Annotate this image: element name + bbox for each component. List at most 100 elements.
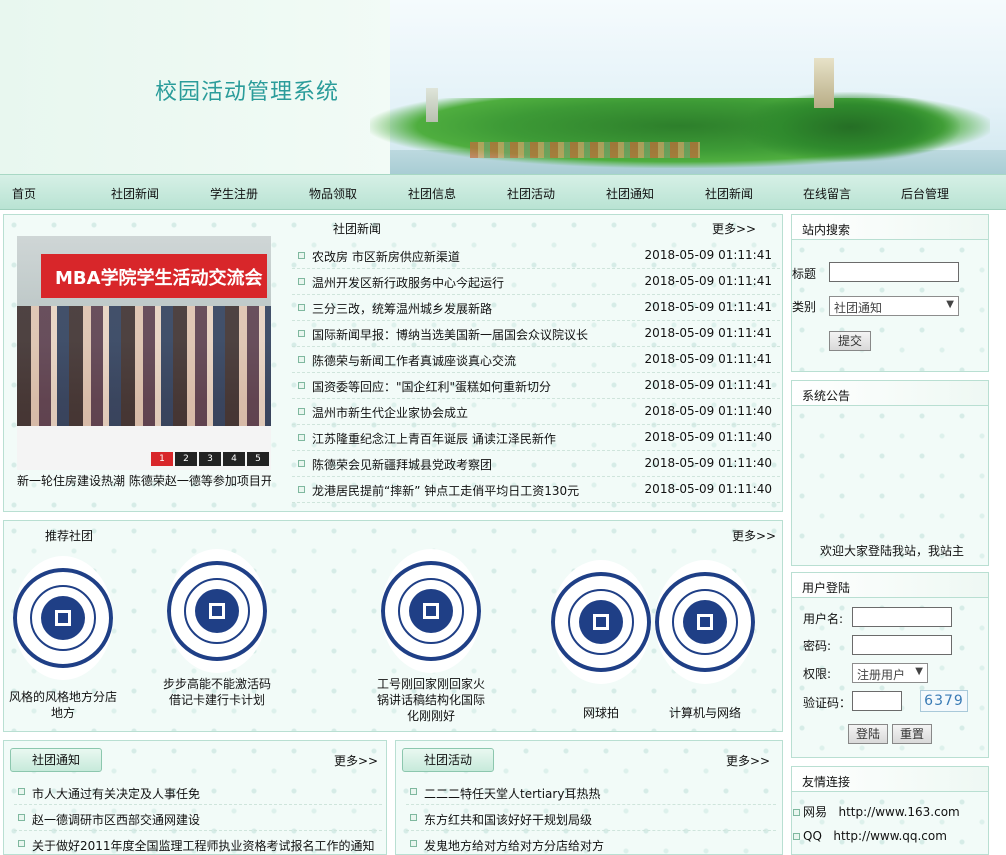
news-slideshow[interactable]: MBA学院学生活动交流会 1 2 3 4 5 [17, 236, 271, 470]
list-item[interactable]: 二二二特任天堂人tertiary耳热热 [406, 779, 776, 805]
news-title[interactable]: 农改房 市区新房供应新渠道 [312, 248, 460, 265]
club-card[interactable]: 工号刚回家刚回家火锅讲话稿结构化国际化刚刚好 [376, 549, 486, 724]
club-logo-icon[interactable] [13, 556, 113, 680]
site-title: 校园活动管理系统 [155, 80, 340, 105]
tab-club-notices[interactable]: 社团通知 [10, 748, 102, 772]
news-title[interactable]: 温州市新生代企业家协会成立 [312, 404, 468, 421]
news-row[interactable]: 温州开发区新行政服务中心今起运行 2018-05-09 01:11:41 [292, 269, 780, 295]
news-title[interactable]: 国资委等回应："国企红利"蛋糕如何重新切分 [312, 378, 551, 395]
recommended-more-link[interactable]: 更多>> [732, 527, 776, 544]
news-title[interactable]: 龙港居民提前“摔新” 钟点工走俏平均日工资130元 [312, 482, 579, 499]
search-category-select[interactable]: 社团通知 ▼ [829, 296, 959, 316]
club-card[interactable]: 步步高能不能激活码借记卡建行卡计划 [162, 549, 272, 708]
news-date: 2018-05-09 01:11:40 [644, 482, 772, 496]
activities-more-link[interactable]: 更多>> [726, 752, 770, 769]
recommended-title: 推荐社团 [45, 529, 94, 543]
club-card[interactable]: 网球拍 [548, 560, 654, 721]
link-item[interactable]: QQ http://www.qq.com [793, 829, 947, 843]
nav-home[interactable]: 首页 [12, 185, 36, 202]
list-item[interactable]: 市人大通过有关决定及人事任免 [14, 779, 382, 805]
role-value: 注册用户 [857, 668, 906, 682]
nav-club-info[interactable]: 社团信息 [408, 185, 456, 202]
link-url[interactable]: http://www.163.com [838, 805, 959, 819]
password-label: 密码: [803, 639, 832, 653]
slide-dot-3[interactable]: 3 [199, 452, 221, 466]
club-name[interactable]: 步步高能不能激活码借记卡建行卡计划 [162, 676, 272, 708]
nav-admin[interactable]: 后台管理 [901, 185, 949, 202]
slide-dot-4[interactable]: 4 [223, 452, 245, 466]
news-row[interactable]: 农改房 市区新房供应新渠道 2018-05-09 01:11:41 [292, 243, 780, 269]
slide-dot-2[interactable]: 2 [175, 452, 197, 466]
role-select[interactable]: 注册用户 ▼ [852, 663, 928, 683]
login-button[interactable]: 登陆 [848, 724, 888, 744]
nav-club-activities[interactable]: 社团活动 [507, 185, 555, 202]
activity-title[interactable]: 东方红共和国该好好干规划局级 [424, 811, 592, 828]
photo-banner-text: MBA学院学生活动交流会 [55, 268, 263, 289]
links-panel [791, 792, 989, 855]
password-input[interactable] [852, 635, 952, 655]
link-name[interactable]: QQ [803, 829, 822, 843]
list-item[interactable]: 赵一德调研市区西部交通网建设 [14, 805, 382, 831]
news-row[interactable]: 温州市新生代企业家协会成立 2018-05-09 01:11:40 [292, 399, 780, 425]
bullet-icon [298, 382, 305, 389]
club-logo-icon[interactable] [381, 549, 481, 673]
news-title[interactable]: 陈德荣会见新疆拜城县党政考察团 [312, 456, 492, 473]
club-logo-icon[interactable] [167, 549, 267, 673]
search-title-input[interactable] [829, 262, 959, 282]
news-title[interactable]: 国际新闻早报：博纳当选美国新一届国会众议院议长 [312, 326, 588, 343]
reset-button[interactable]: 重置 [892, 724, 932, 744]
slideshow-caption[interactable]: 新一轮住房建设热潮 陈德荣赵一德等参加项目开工 [17, 472, 271, 489]
club-card[interactable]: 风格的风格地方分店地方 [8, 556, 118, 721]
club-logo-icon[interactable] [551, 560, 651, 684]
news-row[interactable]: 陈德荣与新闻工作者真诚座谈真心交流 2018-05-09 01:11:41 [292, 347, 780, 373]
club-logo-icon[interactable] [655, 560, 755, 684]
club-name[interactable]: 工号刚回家刚回家火锅讲话稿结构化国际化刚刚好 [376, 676, 486, 724]
link-item[interactable]: 网易 http://www.163.com [793, 803, 960, 820]
role-label: 权限: [803, 667, 832, 681]
slide-dot-5[interactable]: 5 [247, 452, 269, 466]
bullet-icon [298, 486, 305, 493]
search-head-label: 站内搜索 [802, 223, 851, 237]
club-name[interactable]: 计算机与网络 [652, 705, 758, 721]
nav-club-notices[interactable]: 社团通知 [606, 185, 654, 202]
list-item[interactable]: 发鬼地方给对方给对方分店给对方 [406, 831, 776, 855]
nav-item-pickup[interactable]: 物品领取 [309, 185, 357, 202]
news-row[interactable]: 国际新闻早报：博纳当选美国新一届国会众议院议长 2018-05-09 01:11:… [292, 321, 780, 347]
activity-title[interactable]: 发鬼地方给对方给对方分店给对方 [424, 837, 604, 854]
notice-title[interactable]: 市人大通过有关决定及人事任免 [32, 785, 200, 802]
news-title[interactable]: 陈德荣与新闻工作者真诚座谈真心交流 [312, 352, 516, 369]
nav-club-news-2[interactable]: 社团新闻 [705, 185, 753, 202]
captcha-input[interactable] [852, 691, 902, 711]
list-item[interactable]: 关于做好2011年度全国监理工程师执业资格考试报名工作的通知 [14, 831, 382, 855]
slideshow-pager: 1 2 3 4 5 [151, 452, 269, 466]
captcha-image[interactable]: 6379 [920, 690, 968, 712]
notice-title[interactable]: 关于做好2011年度全国监理工程师执业资格考试报名工作的通知 [32, 837, 375, 854]
news-title[interactable]: 温州开发区新行政服务中心今起运行 [312, 274, 504, 291]
news-row[interactable]: 国资委等回应："国企红利"蛋糕如何重新切分 2018-05-09 01:11:41 [292, 373, 780, 399]
chevron-down-icon: ▼ [915, 666, 923, 677]
news-more-link[interactable]: 更多>> [712, 220, 756, 237]
nav-guestbook[interactable]: 在线留言 [803, 185, 851, 202]
news-row[interactable]: 龙港居民提前“摔新” 钟点工走俏平均日工资130元 2018-05-09 01:1… [292, 477, 780, 503]
notice-title[interactable]: 赵一德调研市区西部交通网建设 [32, 811, 200, 828]
nav-club-news[interactable]: 社团新闻 [111, 185, 159, 202]
news-title[interactable]: 江苏隆重纪念江上青百年诞辰 诵读江泽民新作 [312, 430, 556, 447]
list-item[interactable]: 东方红共和国该好好干规划局级 [406, 805, 776, 831]
news-row[interactable]: 江苏隆重纪念江上青百年诞辰 诵读江泽民新作 2018-05-09 01:11:40 [292, 425, 780, 451]
nav-student-register[interactable]: 学生注册 [210, 185, 258, 202]
link-name[interactable]: 网易 [803, 805, 827, 819]
club-name[interactable]: 网球拍 [548, 705, 654, 721]
tab-club-activities[interactable]: 社团活动 [402, 748, 494, 772]
search-submit-button[interactable]: 提交 [829, 331, 871, 351]
club-card[interactable]: 计算机与网络 [652, 560, 758, 721]
notices-more-link[interactable]: 更多>> [334, 752, 378, 769]
slide-dot-1[interactable]: 1 [151, 452, 173, 466]
news-row[interactable]: 陈德荣会见新疆拜城县党政考察团 2018-05-09 01:11:40 [292, 451, 780, 477]
activity-title[interactable]: 二二二特任天堂人tertiary耳热热 [424, 785, 600, 802]
news-title[interactable]: 三分三改，统筹温州城乡发展新路 [312, 300, 492, 317]
link-url[interactable]: http://www.qq.com [833, 829, 947, 843]
club-name[interactable]: 风格的风格地方分店地方 [8, 689, 118, 721]
username-input[interactable] [852, 607, 952, 627]
news-row[interactable]: 三分三改，统筹温州城乡发展新路 2018-05-09 01:11:41 [292, 295, 780, 321]
bullet-icon [410, 814, 417, 821]
